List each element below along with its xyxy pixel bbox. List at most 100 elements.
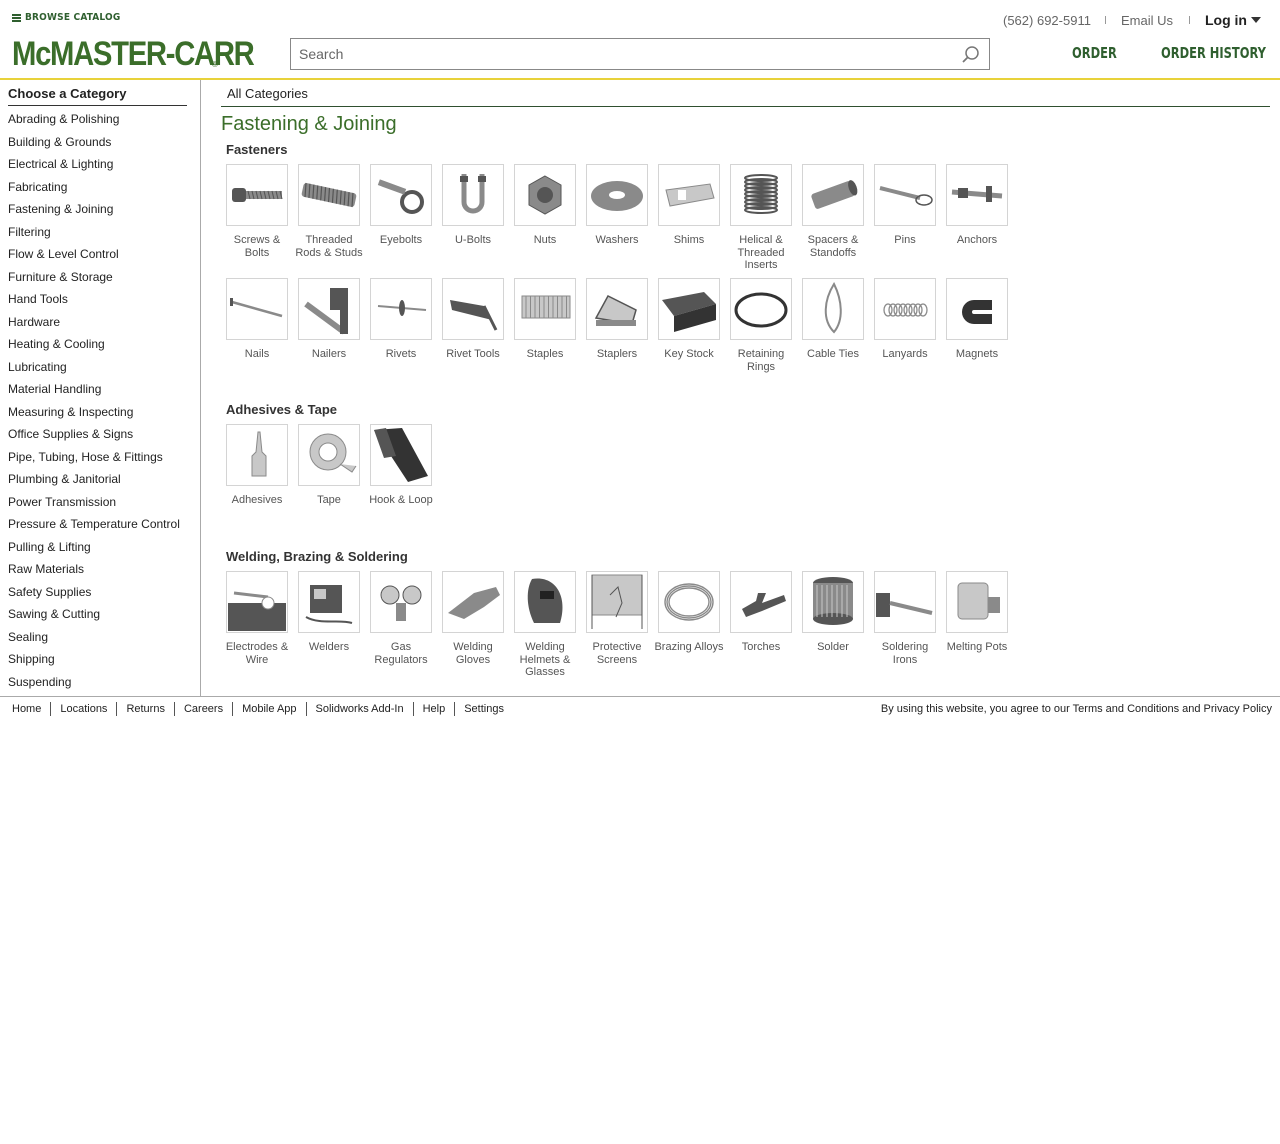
category-tile[interactable]: U-Bolts	[442, 164, 504, 247]
category-tile[interactable]: Hook & Loop	[369, 424, 433, 507]
footer-link[interactable]: Settings	[464, 703, 504, 715]
category-tile[interactable]: Pins	[874, 164, 936, 247]
sidebar-category-item[interactable]: Sealing	[8, 630, 180, 653]
shim-icon	[665, 183, 715, 207]
category-tile[interactable]: Staples	[514, 278, 576, 361]
sidebar-category-item[interactable]: Raw Materials	[8, 562, 180, 585]
category-tile[interactable]: Torches	[730, 571, 792, 654]
tile-label: Magnets	[955, 348, 999, 360]
category-tile[interactable]: Melting Pots	[946, 571, 1008, 654]
chevron-down-icon	[1251, 17, 1261, 23]
tile-label: Nuts	[533, 234, 557, 246]
footer-link[interactable]: Locations	[60, 703, 107, 715]
section-title: Adhesives & Tape	[226, 402, 338, 417]
footer-link[interactable]: Home	[12, 703, 41, 715]
browse-catalog-button[interactable]: BROWSE CATALOG	[12, 12, 120, 23]
category-tile[interactable]: Welders	[298, 571, 360, 654]
category-tile[interactable]: Lanyards	[874, 278, 936, 361]
category-tile[interactable]: Tape	[298, 424, 360, 507]
footer-link[interactable]: Solidworks Add-In	[316, 703, 404, 715]
logo[interactable]: McMASTER-CARR	[12, 36, 293, 72]
sidebar-category-item[interactable]: Power Transmission	[8, 495, 180, 518]
email-us-link[interactable]: Email Us	[1121, 13, 1173, 28]
sidebar-category-item[interactable]: Flow & Level Control	[8, 247, 180, 270]
category-tile[interactable]: Gas Regulators	[370, 571, 432, 666]
sidebar-category-item[interactable]: Furniture & Storage	[8, 270, 180, 293]
tile-label: Retaining Rings	[737, 348, 785, 373]
tile-label: Hook & Loop	[369, 494, 433, 506]
sidebar-category-item[interactable]: Shipping	[8, 652, 180, 675]
tile-image	[514, 164, 576, 226]
sidebar-category-item[interactable]: Hand Tools	[8, 292, 180, 315]
order-history-link[interactable]: ORDER HISTORY	[1161, 44, 1266, 62]
sidebar-category-item[interactable]: Office Supplies & Signs	[8, 427, 180, 450]
tile-image	[802, 164, 864, 226]
sidebar-category-item[interactable]: Abrading & Polishing	[8, 112, 180, 135]
sidebar-category-item[interactable]: Electrical & Lighting	[8, 157, 180, 180]
category-tile[interactable]: Nails	[226, 278, 288, 361]
sidebar-category-item[interactable]: Safety Supplies	[8, 585, 180, 608]
footer-link[interactable]: Returns	[126, 703, 165, 715]
footer-link[interactable]: Mobile App	[242, 703, 296, 715]
category-tile[interactable]: Threaded Rods & Studs	[295, 164, 363, 259]
category-tile[interactable]: Cable Ties	[802, 278, 864, 361]
category-tile[interactable]: Shims	[658, 164, 720, 247]
login-button[interactable]: Log in	[1205, 12, 1261, 28]
category-tile[interactable]: Nailers	[298, 278, 360, 361]
sidebar-category-item[interactable]: Measuring & Inspecting	[8, 405, 180, 428]
category-tile[interactable]: Rivets	[370, 278, 432, 361]
sidebar-category-item[interactable]: Fastening & Joining	[8, 202, 180, 225]
category-tile[interactable]: Welding Helmets & Glasses	[514, 571, 576, 679]
sidebar-category-item[interactable]: Heating & Cooling	[8, 337, 180, 360]
category-tile[interactable]: Adhesives	[226, 424, 288, 507]
tile-image	[370, 571, 432, 633]
sidebar-category-item[interactable]: Filtering	[8, 225, 180, 248]
sidebar-category-item[interactable]: Fabricating	[8, 180, 180, 203]
tile-label: Torches	[741, 641, 781, 653]
category-tile[interactable]: Solder	[802, 571, 864, 654]
search-input[interactable]	[291, 39, 951, 69]
sidebar-category-item[interactable]: Lubricating	[8, 360, 180, 383]
category-tile[interactable]: Electrodes & Wire	[226, 571, 288, 666]
footer-link[interactable]: Help	[423, 703, 446, 715]
sidebar-category-item[interactable]: Sawing & Cutting	[8, 607, 180, 630]
category-tile[interactable]: Brazing Alloys	[654, 571, 724, 654]
footer-link[interactable]: Careers	[184, 703, 223, 715]
tile-image	[370, 278, 432, 340]
sidebar-category-item[interactable]: Pulling & Lifting	[8, 540, 180, 563]
category-tile[interactable]: Welding Gloves	[442, 571, 504, 666]
site-footer: Home Locations Returns Careers Mobile App Sol…	[0, 696, 1280, 720]
category-tile[interactable]: Anchors	[946, 164, 1008, 247]
category-tile[interactable]: Spacers & Standoffs	[802, 164, 864, 259]
category-tile[interactable]: Magnets	[946, 278, 1008, 361]
category-tile[interactable]: Key Stock	[658, 278, 720, 361]
adhesive-bottle-icon	[251, 431, 267, 477]
tile-label: Washers	[595, 234, 639, 246]
sidebar-category-item[interactable]: Pipe, Tubing, Hose & Fittings	[8, 450, 180, 473]
tile-label: Protective Screens	[592, 641, 642, 666]
screw-icon	[232, 188, 283, 202]
sidebar-category-item[interactable]: Pressure & Temperature Control	[8, 517, 180, 540]
breadcrumb-all-categories[interactable]: All Categories	[227, 86, 308, 101]
sidebar-category-item[interactable]: Building & Grounds	[8, 135, 180, 158]
category-tile[interactable]: Screws & Bolts	[226, 164, 288, 259]
category-tile[interactable]: Rivet Tools	[442, 278, 504, 361]
sidebar-category-item[interactable]: Material Handling	[8, 382, 180, 405]
category-tile[interactable]: Washers	[586, 164, 648, 247]
category-tile[interactable]: Staplers	[586, 278, 648, 361]
sidebar-category-item[interactable]: Hardware	[8, 315, 180, 338]
category-tile[interactable]: Soldering Irons	[874, 571, 936, 666]
category-tile[interactable]: Retaining Rings	[730, 278, 792, 373]
category-tile[interactable]: Helical & Threaded Inserts	[730, 164, 792, 272]
staples-icon	[521, 295, 571, 319]
order-link[interactable]: ORDER	[1072, 44, 1117, 62]
search-button[interactable]	[961, 45, 981, 65]
tile-label: Melting Pots	[946, 641, 1008, 653]
logo-registered-mark: ®	[212, 60, 218, 69]
sidebar-category-item[interactable]: Plumbing & Janitorial	[8, 472, 180, 495]
header-separator	[1189, 16, 1190, 24]
category-tile[interactable]: Nuts	[514, 164, 576, 247]
sidebar-category-item[interactable]: Suspending	[8, 675, 180, 698]
category-tile[interactable]: Protective Screens	[586, 571, 648, 666]
category-tile[interactable]: Eyebolts	[370, 164, 432, 247]
